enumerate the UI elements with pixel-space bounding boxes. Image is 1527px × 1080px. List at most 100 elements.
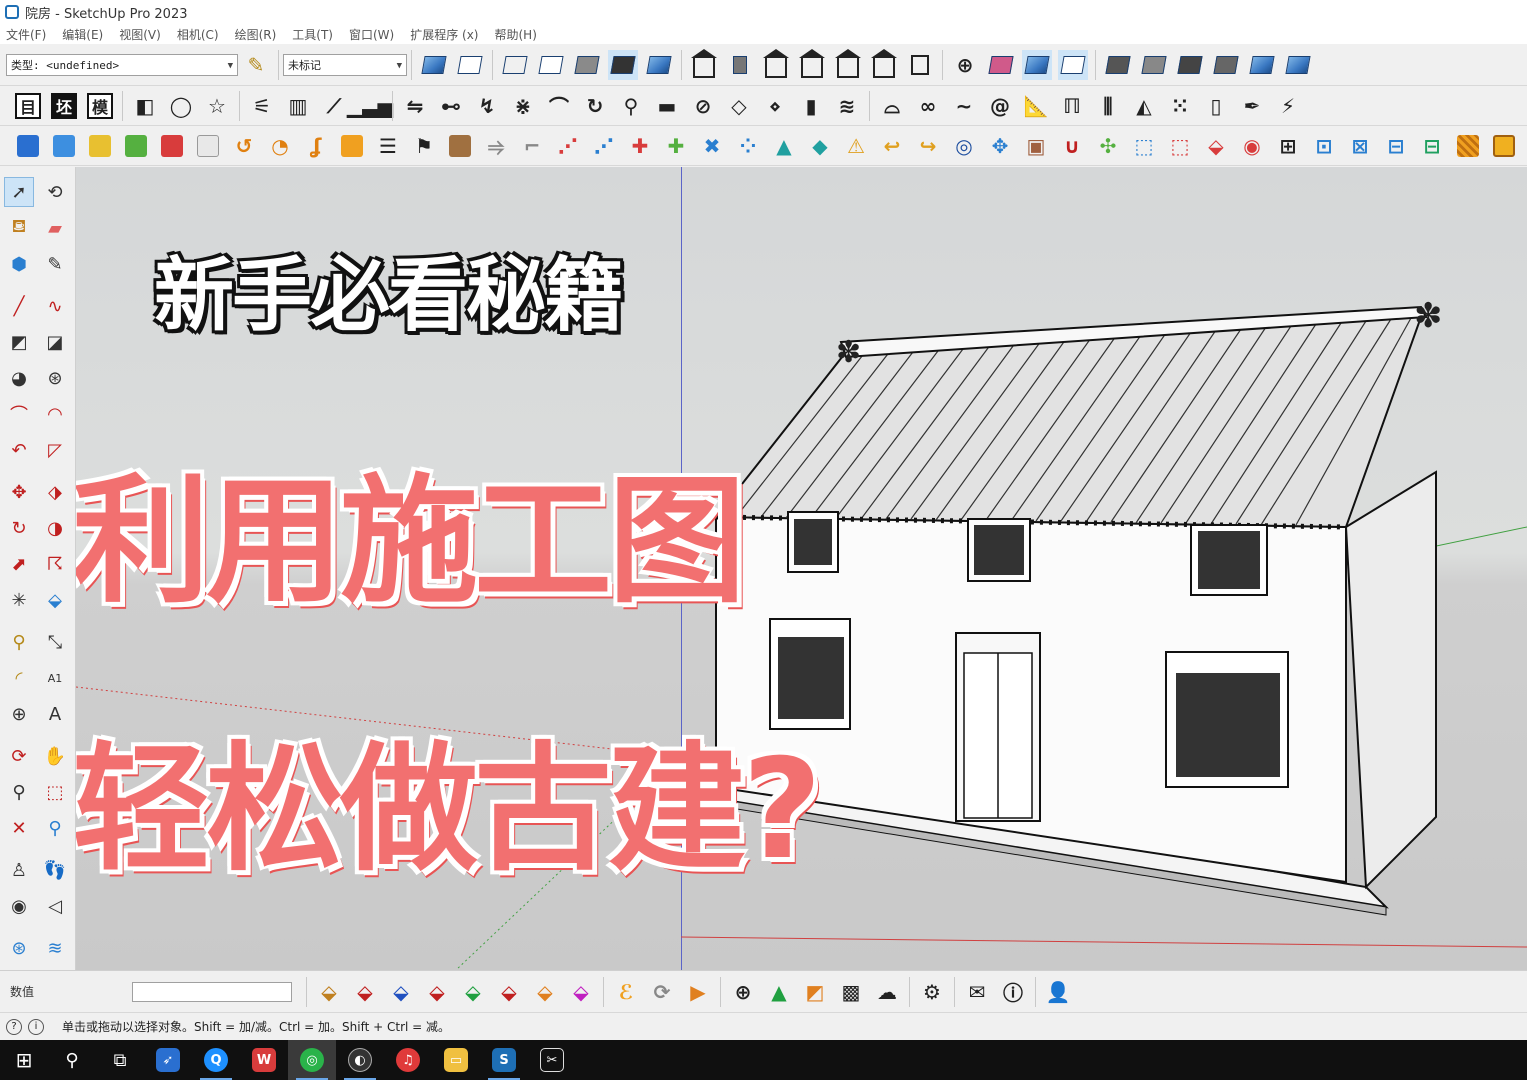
ramp-icon[interactable]: ⟋ <box>319 91 349 121</box>
paint-bucket-icon[interactable]: ⛾ <box>4 213 34 243</box>
outer-shell-icon[interactable] <box>1139 50 1169 80</box>
plugin-blue-face-icon[interactable] <box>13 131 43 161</box>
plugin-cross-red-icon[interactable]: ✚ <box>625 131 655 161</box>
plugin-drops-icon[interactable]: ◆ <box>805 131 835 161</box>
roof-arc-icon[interactable]: ⌓ <box>877 91 907 121</box>
info-icon[interactable]: ⓘ <box>998 977 1028 1007</box>
warehouse-icon[interactable]: ⊛ <box>4 933 34 963</box>
section-plane-tool-icon[interactable]: ◁ <box>40 891 70 921</box>
trim-icon[interactable] <box>1283 50 1313 80</box>
export-v-icon[interactable]: ⬙ <box>458 977 488 1007</box>
stairs-icon[interactable]: ⚟ <box>247 91 277 121</box>
plugin-barrel-icon[interactable]: ▣ <box>1021 131 1051 161</box>
plugin-corner-icon[interactable]: ⌐ <box>517 131 547 161</box>
panel-icon[interactable]: ▯ <box>1201 91 1231 121</box>
mirror-icon[interactable]: ◭ <box>1129 91 1159 121</box>
type-dropdown[interactable]: 类型: <undefined> ▼ <box>6 53 238 76</box>
search-icon[interactable]: ⚲ <box>48 1040 96 1080</box>
bend-icon[interactable]: ↯ <box>472 91 502 121</box>
menu-tools[interactable]: 工具(T) <box>292 26 333 43</box>
spiral-icon[interactable]: @ <box>985 91 1015 121</box>
settings-gear-icon[interactable]: ⚙ <box>917 977 947 1007</box>
menu-window[interactable]: 窗口(W) <box>349 26 394 43</box>
text-tool-icon[interactable]: A1 <box>40 663 70 693</box>
menu-extensions[interactable]: 扩展程序 (x) <box>410 26 478 43</box>
door-icon[interactable]: ◧ <box>130 91 160 121</box>
section-tool-icon[interactable]: ⊕ <box>4 699 34 729</box>
circle-tool-icon[interactable]: ◕ <box>4 363 34 393</box>
broom-icon[interactable]: ⚡ <box>1273 91 1303 121</box>
line-tool-icon[interactable]: ⊷ <box>436 91 466 121</box>
plugin-arc-orange-icon[interactable]: ↺ <box>229 131 259 161</box>
stack-icon[interactable]: ≋ <box>832 91 862 121</box>
plugin-drop-icon[interactable]: ▲ <box>769 131 799 161</box>
railing-icon[interactable]: ▥ <box>283 91 313 121</box>
sphere-icon[interactable]: ◯ <box>166 91 196 121</box>
menu-draw[interactable]: 绘图(R) <box>235 26 277 43</box>
add-circle-icon[interactable]: ⊕ <box>728 977 758 1007</box>
comb-icon[interactable]: ℿ <box>1057 91 1087 121</box>
plugin-path-red-icon[interactable]: ⋰ <box>553 131 583 161</box>
export-j-icon[interactable]: ⬙ <box>386 977 416 1007</box>
intersect-icon[interactable] <box>1175 50 1205 80</box>
mail-icon[interactable]: ✉ <box>962 977 992 1007</box>
menu-edit[interactable]: 编辑(E) <box>62 26 103 43</box>
plugin-plate-green-icon[interactable]: ⊟ <box>1417 131 1447 161</box>
plugin-cross-green-icon[interactable]: ✚ <box>661 131 691 161</box>
solid-tool-icon[interactable]: ⬙ <box>40 585 70 615</box>
import-icon[interactable]: ⬙ <box>314 977 344 1007</box>
solid-tools-icon[interactable] <box>1103 50 1133 80</box>
plugin-puzzle-icon[interactable]: ✣ <box>1093 131 1123 161</box>
follow-me-icon[interactable]: ◑ <box>40 513 70 543</box>
plugin-magnet-icon[interactable]: ∪ <box>1057 131 1087 161</box>
export-f-icon[interactable]: ⬙ <box>566 977 596 1007</box>
columns-icon[interactable]: ⫼ <box>1093 91 1123 121</box>
export-n-icon[interactable]: ⬙ <box>494 977 524 1007</box>
line-tool-icon[interactable]: ╱ <box>4 291 34 321</box>
geo-location-icon[interactable]: ? <box>6 1018 22 1035</box>
export-e-icon[interactable]: ⬙ <box>350 977 380 1007</box>
union-icon[interactable] <box>1211 50 1241 80</box>
plugin-mesh-icon[interactable]: ⊠ <box>1345 131 1375 161</box>
iso-view-icon[interactable] <box>689 48 719 80</box>
plugin-button-1[interactable]: 目 <box>13 91 43 121</box>
subtract-icon[interactable] <box>1247 50 1277 80</box>
plugin-square-orange-icon[interactable] <box>337 131 367 161</box>
polygon-tool-icon[interactable]: ⊛ <box>40 363 70 393</box>
plugin-grid3d-icon[interactable]: ⊞ <box>1273 131 1303 161</box>
export-x-icon[interactable]: ⬙ <box>530 977 560 1007</box>
rectangle-tool-icon[interactable]: ◩ <box>4 327 34 357</box>
pen-icon[interactable]: ✒ <box>1237 91 1267 121</box>
top-view-icon[interactable] <box>725 50 755 80</box>
plugin-box-icon[interactable] <box>445 131 475 161</box>
node-icon[interactable]: ⚲ <box>616 91 646 121</box>
sun-shade-icon[interactable]: ◩ <box>800 977 830 1007</box>
app-capcut-icon[interactable]: ✂ <box>528 1040 576 1080</box>
plugin-cube-arrow-icon[interactable]: ⬚ <box>1129 131 1159 161</box>
start-windows-icon[interactable]: ⊞ <box>0 1040 48 1080</box>
credit-info-icon[interactable]: i <box>28 1018 44 1035</box>
scatter-icon[interactable]: ⋄ <box>760 91 790 121</box>
chain-icon[interactable]: ∞ <box>913 91 943 121</box>
arc2-tool-icon[interactable]: ◠ <box>40 399 70 429</box>
plugin-warning-icon[interactable]: ⚠ <box>841 131 871 161</box>
plugin-move-icon[interactable]: ✥ <box>985 131 1015 161</box>
enscape-icon[interactable]: ℰ <box>611 977 641 1007</box>
push-pull-icon[interactable]: ⬗ <box>40 477 70 507</box>
plugin-cube-rot-icon[interactable]: ⬙ <box>1201 131 1231 161</box>
pie-tool-icon[interactable]: ◸ <box>40 435 70 465</box>
app-capture-icon[interactable]: ◐ <box>336 1040 384 1080</box>
curve-icon[interactable]: ∼ <box>949 91 979 121</box>
component-icon[interactable]: ⬢ <box>4 249 34 279</box>
plugin-blue-plane-icon[interactable] <box>49 131 79 161</box>
tape-measure-icon[interactable]: ⚲ <box>4 627 34 657</box>
video-icon[interactable]: ▶ <box>683 977 713 1007</box>
app-feather-icon[interactable]: ➶ <box>144 1040 192 1080</box>
entity-info-icon[interactable]: ✎ <box>241 50 271 80</box>
plugin-red-plane-icon[interactable] <box>157 131 187 161</box>
star-icon[interactable]: ☆ <box>202 91 232 121</box>
task-view-icon[interactable]: ⧉ <box>96 1040 144 1080</box>
plugin-hook2-icon[interactable]: ↪ <box>913 131 943 161</box>
plugin-path-blue-icon[interactable]: ⋰ <box>589 131 619 161</box>
arc-tool-icon[interactable]: ⌒ <box>4 399 34 429</box>
